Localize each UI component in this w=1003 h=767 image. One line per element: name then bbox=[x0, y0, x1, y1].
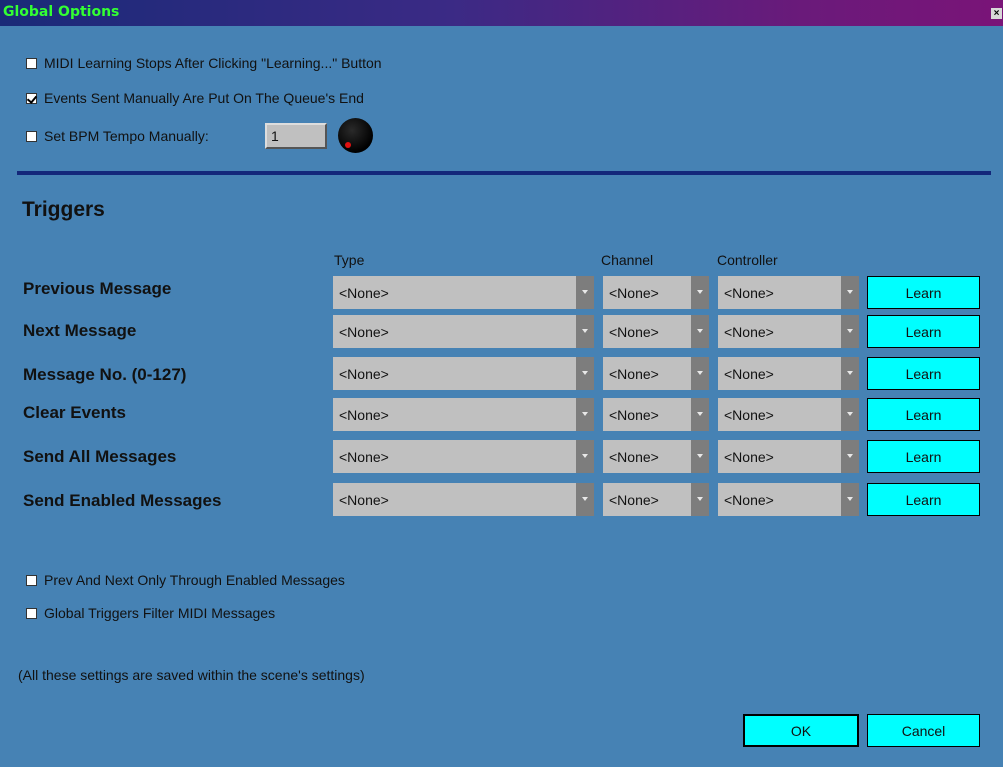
option-events-queue-end[interactable]: Events Sent Manually Are Put On The Queu… bbox=[26, 90, 364, 106]
controller-select-value: <None> bbox=[724, 366, 774, 382]
events-queue-end-label: Events Sent Manually Are Put On The Queu… bbox=[44, 90, 364, 106]
prev-next-enabled-label: Prev And Next Only Through Enabled Messa… bbox=[44, 572, 345, 588]
controller-select[interactable]: <None> bbox=[718, 315, 859, 348]
option-midi-learning[interactable]: MIDI Learning Stops After Clicking "Lear… bbox=[26, 55, 382, 71]
cancel-button[interactable]: Cancel bbox=[867, 714, 980, 747]
trigger-label: Send Enabled Messages bbox=[23, 491, 222, 510]
type-select-value: <None> bbox=[339, 324, 389, 340]
type-select-value: <None> bbox=[339, 366, 389, 382]
trigger-label: Send All Messages bbox=[23, 447, 177, 466]
set-bpm-checkbox[interactable] bbox=[26, 130, 37, 142]
channel-select[interactable]: <None> bbox=[603, 315, 709, 348]
controller-select[interactable]: <None> bbox=[718, 398, 859, 431]
type-select[interactable]: <None> bbox=[333, 398, 594, 431]
dropdown-arrow-icon[interactable] bbox=[841, 483, 859, 516]
dropdown-arrow-icon[interactable] bbox=[691, 276, 709, 309]
option-prev-next-enabled[interactable]: Prev And Next Only Through Enabled Messa… bbox=[26, 572, 345, 588]
dropdown-arrow-icon[interactable] bbox=[841, 315, 859, 348]
type-select[interactable]: <None> bbox=[333, 483, 594, 516]
channel-select-value: <None> bbox=[609, 324, 659, 340]
global-filter-label: Global Triggers Filter MIDI Messages bbox=[44, 605, 276, 621]
learn-button[interactable]: Learn bbox=[867, 398, 980, 431]
midi-learning-label: MIDI Learning Stops After Clicking "Lear… bbox=[44, 55, 382, 71]
channel-select[interactable]: <None> bbox=[603, 440, 709, 473]
dropdown-arrow-icon[interactable] bbox=[691, 398, 709, 431]
option-set-bpm[interactable]: Set BPM Tempo Manually: bbox=[26, 128, 209, 144]
channel-select-value: <None> bbox=[609, 285, 659, 301]
dropdown-arrow-icon[interactable] bbox=[576, 398, 594, 431]
dropdown-arrow-icon[interactable] bbox=[841, 398, 859, 431]
dropdown-arrow-icon[interactable] bbox=[576, 440, 594, 473]
type-select[interactable]: <None> bbox=[333, 357, 594, 390]
column-header-type: Type bbox=[334, 252, 365, 268]
knob-indicator-icon bbox=[345, 142, 351, 148]
window-title: Global Options bbox=[3, 4, 120, 20]
channel-select[interactable]: <None> bbox=[603, 398, 709, 431]
learn-button[interactable]: Learn bbox=[867, 276, 980, 309]
dropdown-arrow-icon[interactable] bbox=[841, 357, 859, 390]
controller-select-value: <None> bbox=[724, 449, 774, 465]
tempo-knob[interactable] bbox=[338, 118, 373, 153]
option-global-filter[interactable]: Global Triggers Filter MIDI Messages bbox=[26, 605, 275, 621]
dropdown-arrow-icon[interactable] bbox=[691, 315, 709, 348]
global-filter-checkbox[interactable] bbox=[26, 607, 37, 619]
controller-select-value: <None> bbox=[724, 285, 774, 301]
events-queue-end-checkbox[interactable] bbox=[26, 92, 37, 104]
dropdown-arrow-icon[interactable] bbox=[691, 483, 709, 516]
dropdown-arrow-icon[interactable] bbox=[841, 276, 859, 309]
close-button[interactable]: × bbox=[991, 8, 1002, 19]
dropdown-arrow-icon[interactable] bbox=[841, 440, 859, 473]
type-select-value: <None> bbox=[339, 492, 389, 508]
controller-select[interactable]: <None> bbox=[718, 440, 859, 473]
learn-button[interactable]: Learn bbox=[867, 315, 980, 348]
column-header-controller: Controller bbox=[717, 252, 778, 268]
trigger-label: Previous Message bbox=[23, 279, 172, 298]
channel-select[interactable]: <None> bbox=[603, 483, 709, 516]
type-select-value: <None> bbox=[339, 407, 389, 423]
controller-select-value: <None> bbox=[724, 492, 774, 508]
learn-button[interactable]: Learn bbox=[867, 440, 980, 473]
learn-button[interactable]: Learn bbox=[867, 357, 980, 390]
type-select[interactable]: <None> bbox=[333, 276, 594, 309]
trigger-label: Message No. (0-127) bbox=[23, 365, 187, 384]
settings-note: (All these settings are saved within the… bbox=[18, 667, 365, 683]
channel-select-value: <None> bbox=[609, 492, 659, 508]
ok-button[interactable]: OK bbox=[743, 714, 859, 747]
controller-select[interactable]: <None> bbox=[718, 357, 859, 390]
controller-select-value: <None> bbox=[724, 324, 774, 340]
learn-button[interactable]: Learn bbox=[867, 483, 980, 516]
triggers-heading: Triggers bbox=[22, 198, 105, 221]
dropdown-arrow-icon[interactable] bbox=[576, 276, 594, 309]
channel-select-value: <None> bbox=[609, 449, 659, 465]
title-bar: Global Options × bbox=[0, 0, 1003, 26]
midi-learning-checkbox[interactable] bbox=[26, 57, 37, 69]
set-bpm-label: Set BPM Tempo Manually: bbox=[44, 128, 209, 144]
controller-select[interactable]: <None> bbox=[718, 276, 859, 309]
section-divider bbox=[17, 171, 991, 175]
channel-select[interactable]: <None> bbox=[603, 276, 709, 309]
controller-select-value: <None> bbox=[724, 407, 774, 423]
type-select-value: <None> bbox=[339, 285, 389, 301]
trigger-label: Next Message bbox=[23, 321, 137, 340]
trigger-label: Clear Events bbox=[23, 403, 126, 422]
prev-next-enabled-checkbox[interactable] bbox=[26, 574, 37, 586]
bpm-input[interactable]: 1 bbox=[265, 123, 327, 149]
dropdown-arrow-icon[interactable] bbox=[576, 483, 594, 516]
controller-select[interactable]: <None> bbox=[718, 483, 859, 516]
dropdown-arrow-icon[interactable] bbox=[691, 440, 709, 473]
dropdown-arrow-icon[interactable] bbox=[691, 357, 709, 390]
type-select[interactable]: <None> bbox=[333, 440, 594, 473]
dropdown-arrow-icon[interactable] bbox=[576, 315, 594, 348]
dropdown-arrow-icon[interactable] bbox=[576, 357, 594, 390]
channel-select[interactable]: <None> bbox=[603, 357, 709, 390]
column-header-channel: Channel bbox=[601, 252, 654, 268]
type-select[interactable]: <None> bbox=[333, 315, 594, 348]
channel-select-value: <None> bbox=[609, 366, 659, 382]
channel-select-value: <None> bbox=[609, 407, 659, 423]
type-select-value: <None> bbox=[339, 449, 389, 465]
